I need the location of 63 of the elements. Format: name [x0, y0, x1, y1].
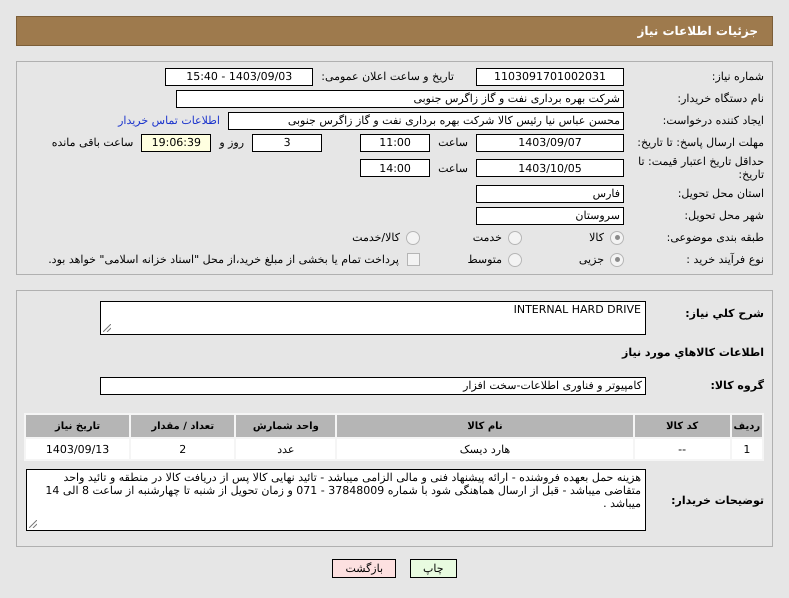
- field-label: استان محل تحویل:: [676, 187, 764, 200]
- days-field: 3: [252, 134, 322, 152]
- column-header: ردیف: [732, 415, 762, 437]
- field-label: ساعت: [438, 162, 468, 174]
- table-cell: 1403/09/13: [26, 439, 130, 459]
- field-label: توضیحات خریدار:: [670, 494, 764, 506]
- checkbox[interactable]: [407, 253, 420, 266]
- radio-button[interactable]: [406, 230, 420, 244]
- field-label: شرح کلي نياز:: [684, 307, 764, 320]
- table-cell: عدد: [236, 439, 336, 459]
- field-label: شهر محل تحویل:: [683, 209, 764, 222]
- resize-grip-icon: [29, 520, 37, 528]
- field-label: ساعت: [438, 136, 468, 149]
- field-label: نوع فرآیند خرید :: [685, 253, 764, 266]
- date-field: 1403/09/07: [476, 134, 624, 152]
- contact-link[interactable]: اطلاعات تماس خریدار: [118, 114, 220, 127]
- column-header: نام کالا: [337, 415, 633, 437]
- announce-date-field: 1403/09/03 - 15:40: [165, 68, 314, 86]
- requester-field: محسن عباس نیا رئیس کالا شرکت بهره برداری نفت و گاز زاگرس جنوبی: [228, 112, 624, 130]
- field-label: تاریخ و ساعت اعلان عمومی:: [321, 70, 454, 83]
- table-cell: هارد دیسک: [337, 439, 633, 459]
- need-number-field: 1103091701002031: [476, 68, 624, 86]
- radio-label: جزیی: [578, 253, 604, 266]
- print-button[interactable]: چاپ: [410, 559, 457, 578]
- buyer-notes-field: هزینه حمل بعهده فروشنده - ارائه پیشنهاد فنی و مالی الزامی میباشد - تائید نهایی کالا پس از دریافت کالا در منطقه و تائید واحد متقاضی میباشد - قبل از ارسال هماهنگی شود با شماره 37848009 - 071 و زمان تحویل از شنبه تا چهارشنبه از ساعت 8 الی 14 میباشد .: [26, 469, 646, 531]
- goods-group-field: کامپیوتر و فناوری اطلاعات-سخت افزار: [100, 376, 646, 394]
- radio-button[interactable]: [508, 230, 522, 244]
- column-header: تاریخ نیاز: [26, 415, 130, 437]
- radio-button[interactable]: [508, 252, 522, 266]
- field-label: گروه کالا:: [709, 379, 764, 392]
- page-title: جزئیات اطلاعات نیاز: [16, 16, 773, 46]
- radio-label: کالا/خدمت: [352, 231, 400, 244]
- checkbox-label: پرداخت تمام یا بخشی از مبلغ خرید،از محل "اسناد خزانه اسلامی" خواهد بود.: [48, 253, 399, 266]
- resize-grip-icon: [103, 324, 111, 332]
- radio-button[interactable]: [610, 230, 624, 244]
- column-header: تعداد / مقدار: [131, 415, 234, 437]
- field-label: روز و: [219, 136, 244, 149]
- field-label: مهلت ارسال پاسخ: تا تاریخ:: [636, 136, 764, 149]
- column-header: واحد شمارش: [236, 415, 336, 437]
- table-cell: 2: [131, 439, 234, 459]
- field-label: طبقه بندی موضوعی:: [666, 231, 764, 244]
- back-button[interactable]: بازگشت: [332, 559, 396, 578]
- radio-label: خدمت: [472, 231, 502, 244]
- field-label: ساعت باقی مانده: [52, 136, 134, 149]
- city-field: سروستان: [476, 206, 624, 224]
- table-cell: --: [634, 439, 730, 459]
- buyer-org-field: شرکت بهره برداری نفت و گاز زاگرس جنوبی: [176, 90, 624, 108]
- column-header: کد کالا: [634, 415, 730, 437]
- radio-label: کالا: [589, 231, 604, 244]
- description-field: INTERNAL HARD DRIVE: [100, 301, 646, 335]
- province-field: فارس: [476, 184, 624, 202]
- date-field: 1403/10/05: [476, 159, 624, 177]
- time-field: 14:00: [360, 159, 430, 177]
- table-cell: 1: [732, 439, 762, 459]
- field-label: شماره نیاز:: [710, 70, 764, 83]
- radio-button[interactable]: [610, 252, 624, 266]
- field-label: ایجاد کننده درخواست:: [662, 114, 764, 127]
- field-label: نام دستگاه خریدار:: [676, 92, 764, 105]
- section-title: اطلاعات کالاهاي مورد نياز: [620, 346, 764, 359]
- radio-label: متوسط: [467, 253, 502, 266]
- field-label: حداقل تاریخ اعتبار قیمت: تا تاریخ:: [637, 155, 764, 181]
- time-field: 11:00: [360, 134, 430, 152]
- remaining-time-field: 19:06:39: [141, 134, 212, 152]
